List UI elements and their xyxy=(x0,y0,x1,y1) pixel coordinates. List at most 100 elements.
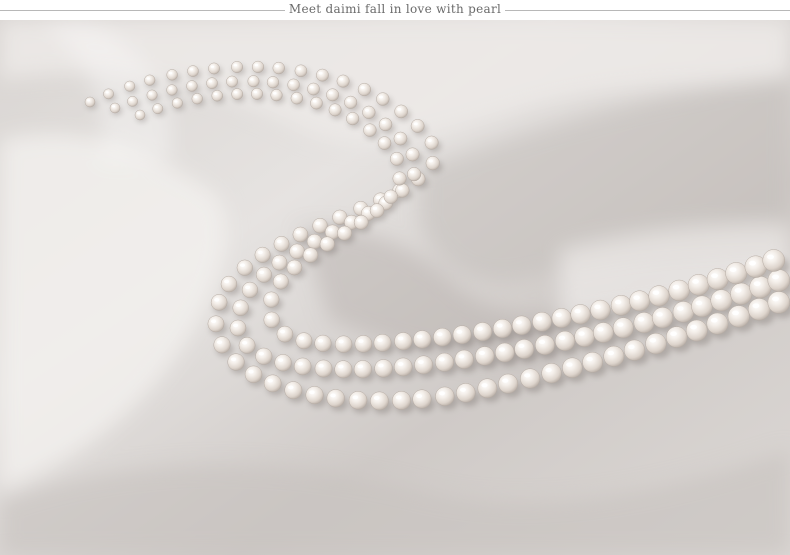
middle-strand-pearl xyxy=(287,78,300,92)
pearl-highlight xyxy=(188,83,193,86)
outer-strand-pearl xyxy=(251,60,265,73)
pearl-highlight xyxy=(538,339,546,345)
pearl-highlight xyxy=(363,209,369,213)
outer-strand-pearl xyxy=(520,368,541,389)
inner-strand-pearl xyxy=(354,335,373,353)
middle-strand-pearl xyxy=(266,76,280,89)
pearl-highlight xyxy=(148,92,153,95)
outer-strand-pearl xyxy=(231,61,244,73)
pearl-highlight xyxy=(378,363,384,368)
pearl-highlight xyxy=(710,317,718,323)
outer-strand-pearl xyxy=(685,319,708,342)
middle-strand-pearl xyxy=(271,254,288,271)
pearl-highlight xyxy=(295,230,301,234)
outer-strand-pearl xyxy=(210,294,228,311)
outer-strand-pearl xyxy=(207,315,225,333)
pearl-highlight xyxy=(86,99,91,102)
pearl-highlight xyxy=(272,92,277,95)
pearl-highlight xyxy=(224,279,230,284)
inner-strand-pearl xyxy=(687,274,710,296)
pearl-highlight xyxy=(168,87,173,90)
pearl-highlight xyxy=(331,106,336,110)
pearl-highlight xyxy=(356,218,362,222)
pearl-highlight xyxy=(438,357,445,362)
outer-strand-pearl xyxy=(254,246,271,263)
pearl-highlight xyxy=(233,91,238,94)
inner-strand-pearl xyxy=(590,299,611,321)
inner-strand-pearl xyxy=(610,295,632,316)
outer-strand-pearl xyxy=(263,374,282,393)
middle-strand-pearl xyxy=(574,326,595,347)
pearl-highlight xyxy=(289,81,294,85)
inner-strand-pearl xyxy=(211,89,223,102)
pearl-highlight xyxy=(427,139,432,143)
pearl-highlight xyxy=(749,260,756,266)
inner-strand-pearl xyxy=(263,311,280,329)
middle-strand-pearl xyxy=(127,95,138,107)
pearl-highlight xyxy=(111,105,116,108)
inner-strand-pearl xyxy=(191,93,203,105)
pearl-highlight xyxy=(317,338,324,343)
outer-strand-pearl xyxy=(603,345,625,367)
inner-strand-pearl xyxy=(319,236,335,252)
header-tagline: Meet daimi fall in love with pearl xyxy=(288,2,502,16)
pearl-highlight xyxy=(318,363,324,368)
inner-strand-pearl xyxy=(337,225,353,241)
outer-strand-pearl xyxy=(272,61,285,75)
pearl-highlight xyxy=(398,186,403,190)
pearl-highlight xyxy=(578,331,585,336)
outer-strand-pearl xyxy=(336,74,350,88)
middle-strand-pearl xyxy=(344,95,358,109)
pearl-highlight xyxy=(315,221,321,225)
pearl-highlight xyxy=(309,390,315,395)
pearl-highlight xyxy=(373,396,380,400)
pearl-highlight xyxy=(356,204,361,208)
inner-strand-pearl xyxy=(353,214,369,230)
pearl-highlight xyxy=(248,369,254,374)
pearl-highlight xyxy=(357,364,364,369)
inner-strand-pearl xyxy=(276,325,294,343)
outer-strand-pearl xyxy=(645,332,667,355)
inner-strand-pearl xyxy=(762,249,785,272)
pearl-highlight xyxy=(676,306,684,311)
middle-strand-pearl xyxy=(255,266,272,283)
middle-strand-pearl xyxy=(293,357,312,376)
pearl-highlight xyxy=(692,279,699,284)
pearl-highlight xyxy=(259,270,265,274)
pearl-highlight xyxy=(258,351,264,356)
middle-strand-pearl xyxy=(229,319,247,337)
outer-strand-pearl xyxy=(292,226,309,243)
outer-strand-pearl xyxy=(370,391,389,411)
middle-strand-pearl xyxy=(289,243,305,260)
pearl-highlight xyxy=(105,91,109,94)
pearl-highlight xyxy=(309,237,315,241)
pearl-highlight xyxy=(287,385,294,390)
pearl-highlight xyxy=(711,273,718,279)
pearl-highlight xyxy=(312,99,317,103)
inner-strand-pearl xyxy=(310,96,323,110)
pearl-highlight xyxy=(695,300,703,306)
inner-strand-pearl xyxy=(302,247,319,263)
pearl-highlight xyxy=(269,79,274,82)
pearl-highlight xyxy=(649,338,657,343)
inner-strand-pearl xyxy=(377,136,392,150)
pearl-highlight xyxy=(289,263,295,267)
inner-strand-pearl xyxy=(314,334,332,352)
inner-strand-pearl xyxy=(648,285,670,307)
outer-strand-pearl xyxy=(582,351,603,373)
pearl-highlight xyxy=(267,378,273,383)
pearl-highlight xyxy=(545,367,552,373)
pearl-highlight xyxy=(239,263,245,267)
outer-strand-pearl xyxy=(541,363,562,384)
pearl-necklace-image xyxy=(0,20,790,555)
outer-strand-pearl xyxy=(435,386,455,406)
middle-strand-pearl xyxy=(612,317,634,339)
pearl-highlight xyxy=(732,310,739,316)
pearl-highlight xyxy=(257,250,263,255)
pearl-highlight xyxy=(253,90,258,94)
outer-strand-pearl xyxy=(424,135,439,150)
pearl-highlight xyxy=(216,340,223,345)
pearl-highlight xyxy=(328,91,333,95)
pearl-highlight xyxy=(276,277,281,281)
middle-strand-pearl xyxy=(475,346,495,366)
